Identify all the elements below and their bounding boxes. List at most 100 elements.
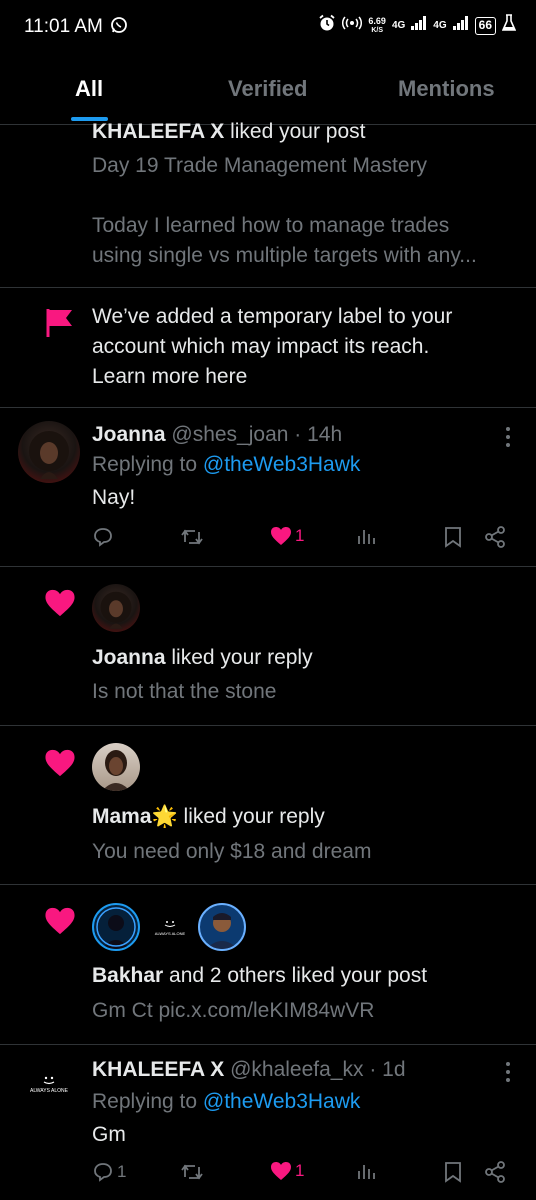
action-text: liked your post bbox=[224, 120, 366, 143]
tweet-actions: 1 1 bbox=[92, 1161, 512, 1191]
avatar[interactable] bbox=[92, 743, 140, 791]
views-icon bbox=[358, 1165, 375, 1179]
notification-headline: Mama🌟 liked your reply bbox=[92, 802, 325, 832]
reply-header: KHALEEFA X @khaleefa_kx · 1d bbox=[92, 1055, 406, 1085]
flask-icon bbox=[501, 14, 517, 37]
retweet-button[interactable] bbox=[180, 526, 204, 548]
logo-text: ALWAYS ALONE bbox=[154, 931, 186, 936]
author-name[interactable]: KHALEEFA X bbox=[92, 1058, 224, 1081]
post-time: 1d bbox=[382, 1058, 406, 1081]
replying-prefix: Replying to bbox=[92, 1090, 203, 1113]
action-text: liked your reply bbox=[165, 646, 313, 669]
divider bbox=[0, 884, 536, 885]
reply-icon bbox=[94, 528, 112, 547]
network-speed: 6.69 K/S bbox=[368, 15, 386, 34]
hotspot-icon bbox=[342, 15, 363, 36]
network-type-1: 4G bbox=[391, 20, 406, 31]
reply-icon bbox=[94, 1163, 112, 1182]
learn-more-link[interactable]: Learn more here bbox=[92, 362, 247, 392]
more-options-icon[interactable] bbox=[504, 1061, 512, 1088]
alarm-icon bbox=[318, 14, 336, 37]
replying-prefix: Replying to bbox=[92, 453, 203, 476]
tab-mentions[interactable]: Mentions bbox=[398, 76, 495, 102]
reply-preview: Is not that the stone bbox=[92, 680, 277, 703]
bookmark-button[interactable] bbox=[444, 1161, 462, 1183]
replying-to-link[interactable]: @theWeb3Hawk bbox=[203, 453, 361, 476]
label-text-line: account which may impact its reach. bbox=[92, 335, 430, 358]
heart-filled-icon bbox=[44, 748, 76, 783]
status-time: 11:01 AM bbox=[24, 16, 103, 37]
label-text-line: We’ve added a temporary label to your bbox=[92, 305, 453, 328]
avatar-logo[interactable]: ALWAYS ALONE bbox=[18, 1058, 80, 1120]
status-bar: 11:01 AM 6.69 K/S 4G 4G 66 bbox=[0, 0, 536, 56]
actor-name[interactable]: Bakhar bbox=[92, 964, 163, 987]
divider bbox=[0, 1044, 536, 1045]
actor-name: KHALEEFA X bbox=[92, 120, 225, 143]
reply-header: Joanna @shes_joan · 14h bbox=[92, 420, 342, 450]
signal-icon bbox=[411, 16, 427, 35]
retweet-icon bbox=[181, 529, 203, 545]
share-icon bbox=[485, 1161, 505, 1183]
reply-count: 1 bbox=[117, 1162, 127, 1181]
replying-to: Replying to @theWeb3Hawk bbox=[92, 1087, 360, 1117]
bookmark-button[interactable] bbox=[444, 526, 462, 548]
tweet-actions: 1 bbox=[92, 526, 512, 556]
tab-all[interactable]: All bbox=[75, 76, 103, 102]
share-icon bbox=[485, 526, 505, 548]
network-type-2: 4G bbox=[433, 20, 447, 31]
like-button[interactable]: 1 bbox=[270, 526, 304, 546]
author-handle[interactable]: @khaleefa_kx bbox=[230, 1058, 363, 1081]
retweet-icon bbox=[181, 1164, 203, 1180]
share-button[interactable] bbox=[484, 1161, 506, 1183]
replying-to-link[interactable]: @theWeb3Hawk bbox=[203, 1090, 361, 1113]
logo-text: ALWAYS ALONE bbox=[30, 1088, 68, 1094]
divider bbox=[0, 407, 536, 408]
notification-headline: KHALEEFA X liked your post bbox=[92, 117, 365, 147]
bookmark-icon bbox=[445, 527, 461, 548]
divider bbox=[0, 566, 536, 567]
action-text: liked your reply bbox=[177, 805, 325, 828]
heart-filled-icon bbox=[44, 906, 76, 941]
action-text: and 2 others liked your post bbox=[163, 964, 428, 987]
post-title: Day 19 Trade Management Mastery bbox=[92, 154, 427, 177]
signal-icon-2 bbox=[452, 16, 469, 35]
actor-emoji: 🌟 bbox=[151, 805, 178, 828]
like-count: 1 bbox=[295, 1161, 305, 1180]
heart-filled-icon bbox=[44, 588, 76, 623]
views-button[interactable] bbox=[356, 526, 376, 546]
post-text-line: Today I learned how to manage trades bbox=[92, 214, 450, 237]
post-text-line: using single vs multiple targets with an… bbox=[92, 244, 477, 267]
avatar[interactable] bbox=[92, 584, 140, 632]
avatar[interactable] bbox=[92, 903, 140, 951]
separator-dot: · bbox=[369, 1058, 377, 1081]
divider bbox=[0, 725, 536, 726]
like-count: 1 bbox=[295, 526, 305, 545]
notification-headline: Joanna liked your reply bbox=[92, 643, 313, 673]
like-button[interactable]: 1 bbox=[270, 1161, 304, 1181]
views-icon bbox=[358, 530, 375, 544]
replying-to: Replying to @theWeb3Hawk bbox=[92, 450, 360, 480]
heart-filled-icon bbox=[271, 527, 291, 545]
separator-dot: · bbox=[294, 423, 302, 446]
reply-text: Gm bbox=[92, 1123, 126, 1146]
actor-name[interactable]: Mama bbox=[92, 805, 152, 828]
tab-verified[interactable]: Verified bbox=[228, 76, 307, 102]
divider bbox=[0, 287, 536, 288]
avatar-logo[interactable]: ALWAYS ALONE bbox=[146, 903, 194, 951]
post-time: 14h bbox=[307, 423, 343, 446]
reply-button[interactable]: 1 bbox=[92, 1161, 126, 1183]
views-button[interactable] bbox=[356, 1161, 376, 1181]
share-button[interactable] bbox=[484, 526, 506, 548]
notification-tabs: All Verified Mentions bbox=[0, 62, 536, 122]
author-name[interactable]: Joanna bbox=[92, 423, 166, 446]
post-preview: Gm Ct pic.x.com/leKIM84wVR bbox=[92, 999, 375, 1022]
avatar[interactable] bbox=[198, 903, 246, 951]
retweet-button[interactable] bbox=[180, 1161, 204, 1183]
battery-indicator: 66 bbox=[474, 16, 496, 35]
whatsapp-icon bbox=[110, 16, 128, 39]
more-options-icon[interactable] bbox=[504, 426, 512, 453]
author-handle[interactable]: @shes_joan bbox=[171, 423, 288, 446]
reply-button[interactable] bbox=[92, 526, 114, 548]
actor-name[interactable]: Joanna bbox=[92, 646, 166, 669]
avatar[interactable] bbox=[18, 421, 80, 483]
